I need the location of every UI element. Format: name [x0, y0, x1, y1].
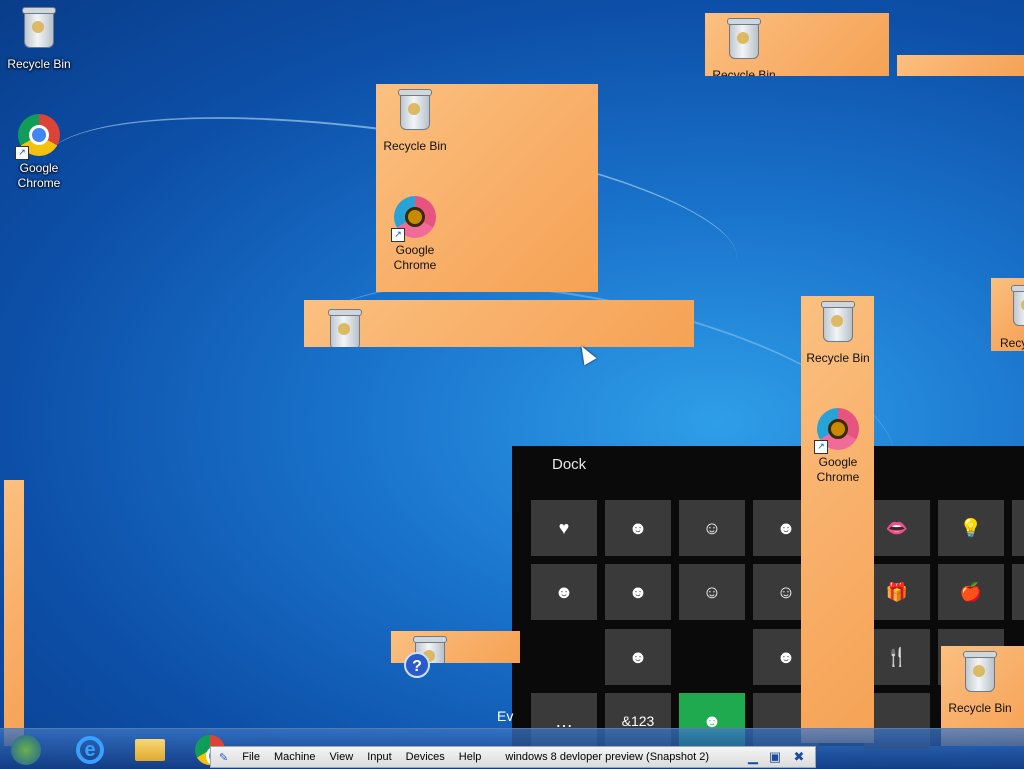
ghost-recycle-bin: Recycle Bin [944, 651, 1016, 716]
file-explorer-icon [135, 739, 165, 761]
recycle-bin-icon [722, 18, 766, 65]
key-empty[interactable] [1012, 500, 1024, 556]
ghost-recycle-bin: Recycle Bin [802, 301, 874, 366]
key-apple[interactable]: 🍎 [938, 564, 1004, 620]
ghost-tile [4, 480, 24, 746]
ghost-google-chrome: ↗ Google Chrome [379, 196, 451, 273]
ghost-tile: Recycle Bin ↗ Google Chrome [376, 84, 598, 292]
menu-machine[interactable]: Machine [274, 751, 316, 763]
internet-explorer-icon: e [76, 736, 104, 764]
chrome-icon: ↗ [814, 408, 860, 454]
minimize-icon[interactable]: ▁ [745, 749, 761, 765]
desktop-icon-label: Google Chrome [17, 161, 61, 190]
key-empty[interactable] [1012, 564, 1024, 620]
key-smiley[interactable]: ☺ [679, 500, 745, 556]
taskbar-file-explorer[interactable] [124, 732, 176, 768]
virtualbox-menubar: ✎ File Machine View Input Devices Help w… [210, 746, 816, 768]
start-orb-icon [11, 735, 41, 765]
ghost-tile: Recyc [991, 278, 1024, 351]
menu-devices[interactable]: Devices [406, 751, 445, 763]
desktop-icon-google-chrome[interactable]: ↗ Google Chrome [3, 114, 75, 191]
recycle-bin-icon [816, 301, 860, 348]
key-smiley[interactable]: ☻ [605, 629, 671, 685]
restore-icon[interactable]: ▣ [767, 749, 783, 765]
recycle-bin-icon [393, 89, 437, 136]
ghost-recycle-bin: Recycle Bin [708, 18, 780, 76]
desktop-icon-label: Recycle Bin [7, 57, 71, 71]
vm-title: windows 8 devloper preview (Snapshot 2) [505, 751, 710, 763]
taskbar-internet-explorer[interactable]: e [64, 732, 116, 768]
ghost-tile: Recycle Bin [705, 13, 889, 76]
ghost-tile [897, 55, 1024, 76]
recycle-bin-icon [958, 651, 1002, 698]
menu-view[interactable]: View [330, 751, 354, 763]
ghost-tile: Recycle Bin ↗ Google Chrome [801, 296, 874, 743]
close-icon[interactable]: ✖ [791, 749, 807, 765]
ghost-google-chrome: ↗ Google Chrome [802, 408, 874, 485]
dock-title: Dock [552, 456, 587, 473]
desktop-icon-recycle-bin[interactable]: Recycle Bin [3, 7, 75, 72]
key-bulb[interactable]: 💡 [938, 500, 1004, 556]
key-smiley[interactable]: ☻ [605, 564, 671, 620]
key-heart[interactable]: ♥ [531, 500, 597, 556]
ghost-label: Recyc [1000, 336, 1024, 350]
chrome-icon: ↗ [391, 196, 437, 242]
start-button[interactable] [0, 732, 52, 768]
pin-icon[interactable]: ✎ [219, 751, 228, 764]
ghost-tile [304, 300, 694, 347]
ghost-recycle-bin: Recycle Bin [379, 89, 451, 154]
key-smiley[interactable]: ☻ [531, 564, 597, 620]
recycle-bin-icon [328, 309, 362, 347]
chrome-icon: ↗ [15, 114, 61, 160]
menu-file[interactable]: File [242, 751, 260, 763]
menu-help[interactable]: Help [459, 751, 482, 763]
recycle-bin-icon [17, 7, 61, 54]
recycle-bin-icon [1011, 285, 1024, 326]
key-smiley[interactable]: ☺ [679, 564, 745, 620]
menu-input[interactable]: Input [367, 751, 391, 763]
partial-text: Ev [497, 708, 514, 724]
help-icon: ? [404, 652, 430, 678]
key-smiley[interactable]: ☻ [605, 500, 671, 556]
